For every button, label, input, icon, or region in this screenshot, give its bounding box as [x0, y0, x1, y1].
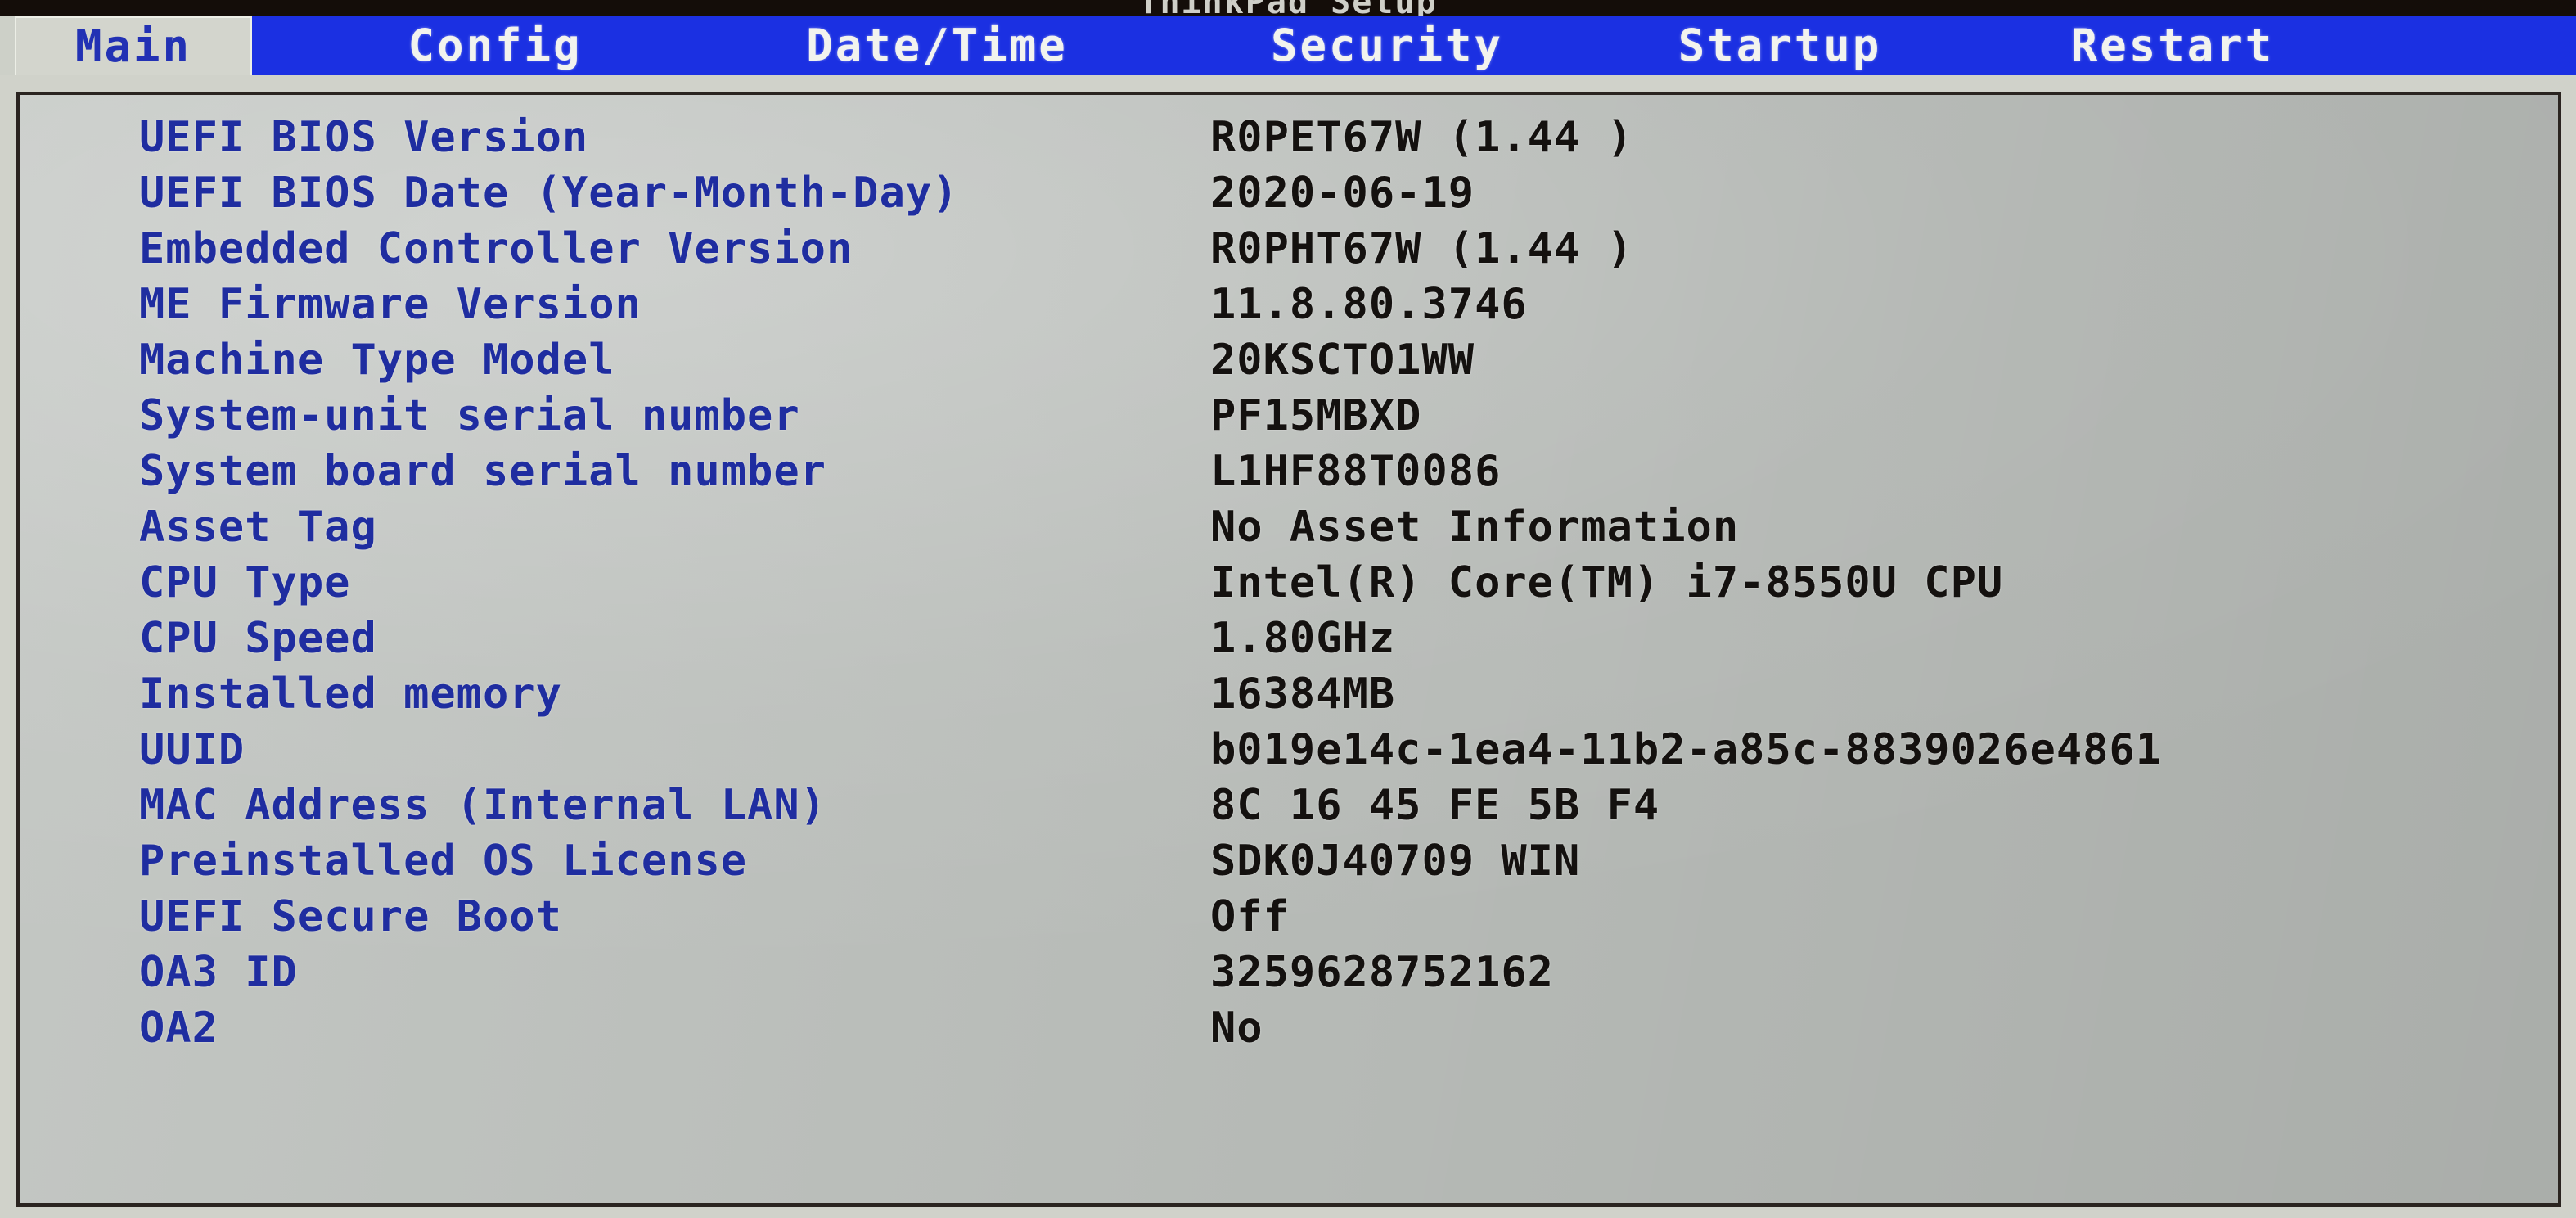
- info-value: 1.80GHz: [1210, 614, 1396, 663]
- tab-security[interactable]: Security: [1232, 16, 1542, 75]
- tab-bar-left-edge: [0, 16, 15, 75]
- info-value: SDK0J40709 WIN: [1210, 837, 1581, 886]
- info-row: UUID b019e14c-1ea4-11b2-a85c-8839026e4861: [20, 722, 2558, 778]
- info-row: Installed memory 16384MB: [20, 666, 2558, 722]
- info-value: 20KSCTO1WW: [1210, 336, 1475, 385]
- tab-startup[interactable]: Startup: [1645, 16, 1915, 75]
- info-value: No: [1210, 1004, 1263, 1053]
- window-title-band: ThinkPad Setup: [0, 0, 2576, 16]
- info-label: CPU Speed: [139, 614, 377, 663]
- info-row: MAC Address (Internal LAN) 8C 16 45 FE 5B…: [20, 778, 2558, 833]
- info-row: CPU Speed 1.80GHz: [20, 611, 2558, 666]
- tab-main[interactable]: Main: [15, 16, 252, 75]
- info-row: CPU Type Intel(R) Core(TM) i7-8550U CPU: [20, 555, 2558, 611]
- info-row: Asset Tag No Asset Information: [20, 499, 2558, 555]
- bios-screen: ThinkPad Setup Main Config Date/Time Securi…: [0, 0, 2576, 1218]
- info-label: Installed memory: [139, 670, 562, 719]
- info-value: L1HF88T0086: [1210, 447, 1502, 496]
- tab-restart[interactable]: Restart: [2038, 16, 2308, 75]
- info-row: UEFI BIOS Version R0PET67W (1.44 ): [20, 110, 2558, 165]
- info-label: Preinstalled OS License: [139, 837, 748, 886]
- info-label: Embedded Controller Version: [139, 224, 853, 273]
- info-label: UUID: [139, 725, 245, 774]
- info-row: System board serial number L1HF88T0086: [20, 444, 2558, 499]
- info-label: ME Firmware Version: [139, 280, 642, 329]
- info-value: Off: [1210, 892, 1290, 941]
- info-label: System board serial number: [139, 447, 826, 496]
- info-value: 11.8.80.3746: [1210, 280, 1528, 329]
- info-row: Machine Type Model 20KSCTO1WW: [20, 332, 2558, 388]
- info-value: R0PET67W (1.44 ): [1210, 113, 1633, 162]
- info-row: System-unit serial number PF15MBXD: [20, 388, 2558, 444]
- info-label: OA3 ID: [139, 948, 298, 997]
- info-row: OA2 No: [20, 1000, 2558, 1056]
- info-label: Machine Type Model: [139, 336, 615, 385]
- info-value: Intel(R) Core(TM) i7-8550U CPU: [1210, 558, 2004, 607]
- info-row: Embedded Controller Version R0PHT67W (1.4…: [20, 221, 2558, 277]
- info-label: UEFI BIOS Version: [139, 113, 589, 162]
- info-row: OA3 ID 3259628752162: [20, 945, 2558, 1000]
- info-value: No Asset Information: [1210, 503, 1740, 552]
- content-panel-frame: UEFI BIOS Version R0PET67W (1.44 ) UEFI BI…: [16, 92, 2561, 1207]
- tab-bar: Main Config Date/Time Security Startup Restar…: [0, 16, 2576, 75]
- info-row: ME Firmware Version 11.8.80.3746: [20, 277, 2558, 332]
- window-title: ThinkPad Setup: [0, 0, 2576, 16]
- info-row: Preinstalled OS License SDK0J40709 WIN: [20, 833, 2558, 889]
- info-label: Asset Tag: [139, 503, 377, 552]
- content-panel: UEFI BIOS Version R0PET67W (1.44 ) UEFI BI…: [0, 75, 2576, 1218]
- info-label: MAC Address (Internal LAN): [139, 781, 826, 830]
- info-row: UEFI Secure Boot Off: [20, 889, 2558, 945]
- tab-config[interactable]: Config: [372, 16, 618, 75]
- info-value: b019e14c-1ea4-11b2-a85c-8839026e4861: [1210, 725, 2163, 774]
- info-label: System-unit serial number: [139, 391, 800, 440]
- system-information-list: UEFI BIOS Version R0PET67W (1.44 ) UEFI BI…: [20, 95, 2558, 1056]
- info-value: PF15MBXD: [1210, 391, 1422, 440]
- info-row: UEFI BIOS Date (Year-Month-Day) 2020-06-1…: [20, 165, 2558, 221]
- info-value: 16384MB: [1210, 670, 1396, 719]
- info-label: CPU Type: [139, 558, 351, 607]
- info-value: 3259628752162: [1210, 948, 1554, 997]
- tab-date-time[interactable]: Date/Time: [761, 16, 1113, 75]
- info-label: UEFI Secure Boot: [139, 892, 562, 941]
- info-value: R0PHT67W (1.44 ): [1210, 224, 1633, 273]
- info-value: 2020-06-19: [1210, 169, 1475, 218]
- info-label: OA2: [139, 1004, 218, 1053]
- info-value: 8C 16 45 FE 5B F4: [1210, 781, 1660, 830]
- info-label: UEFI BIOS Date (Year-Month-Day): [139, 169, 959, 218]
